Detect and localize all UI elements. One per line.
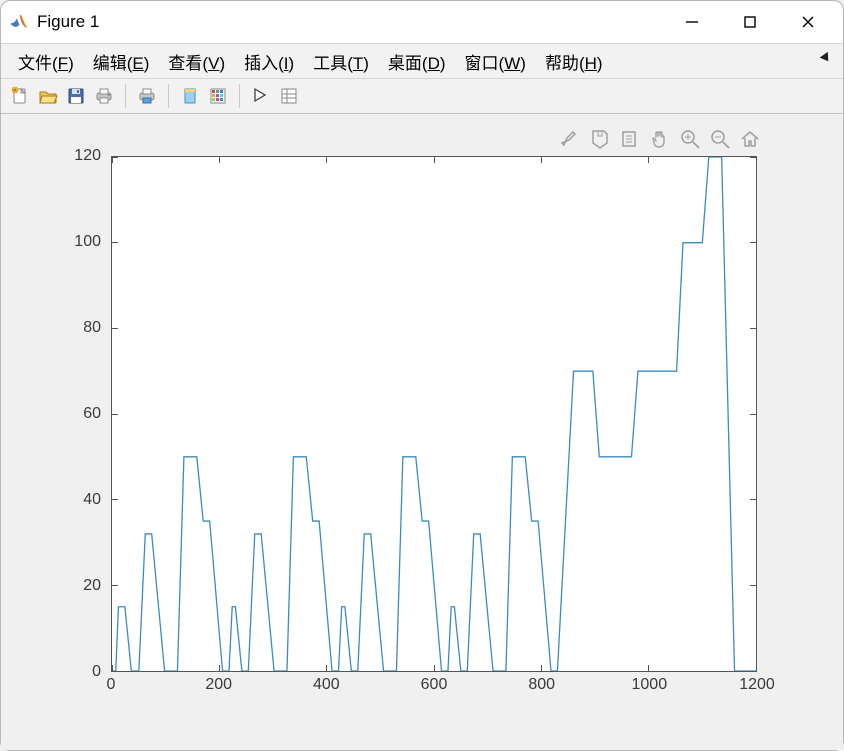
menu-overflow-icon[interactable] [819,50,833,64]
xtick-label: 600 [421,676,448,694]
axes-toolbar [559,128,761,150]
menu-tools[interactable]: 工具(T) [304,47,379,76]
property-inspector-button[interactable] [276,83,302,109]
brush-icon[interactable] [559,128,581,150]
ytick-label: 40 [61,491,101,509]
ytick-label: 100 [61,233,101,251]
menubar: 文件(F) 编辑(E) 查看(V) 插入(I) 工具(T) 桌面(D) 窗口(W… [1,43,843,79]
maximize-button[interactable] [721,2,779,42]
toolbar-sep-2 [168,84,169,108]
menu-file[interactable]: 文件(F) [9,47,84,76]
toolbar-sep-3 [239,84,240,108]
new-figure-button[interactable] [7,83,33,109]
menu-edit[interactable]: 编辑(E) [84,47,160,76]
menu-insert[interactable]: 插入(I) [235,47,304,76]
menu-view[interactable]: 查看(V) [159,47,235,76]
titlebar: Figure 1 [1,1,843,43]
xtick-label: 200 [205,676,232,694]
matlab-icon [9,12,29,32]
chart-axes[interactable] [111,156,757,672]
ytick-label: 60 [61,405,101,423]
window-title: Figure 1 [37,12,99,32]
print-preview-button[interactable] [134,83,160,109]
ytick-label: 120 [61,147,101,165]
xtick-label: 1000 [632,676,668,694]
series-1-line [112,157,756,671]
figure-toolbar [1,79,843,114]
close-button[interactable] [779,2,837,42]
edit-plot-button[interactable] [248,83,274,109]
ytick-label: 0 [61,663,101,681]
chart-canvas [112,157,756,671]
menu-help[interactable]: 帮助(H) [536,47,613,76]
figure-window: Figure 1 文件(F) 编辑(E) 查看(V) 插入(I) 工具(T) 桌… [0,0,844,751]
copy-axes-icon[interactable] [619,128,641,150]
plot-area: 0 20 40 60 80 100 120 0 200 400 600 800 … [1,114,843,750]
zoom-in-icon[interactable] [679,128,701,150]
link-axes-button[interactable] [177,83,203,109]
minimize-button[interactable] [663,2,721,42]
insert-colorbar-button[interactable] [205,83,231,109]
menu-window[interactable]: 窗口(W) [456,47,536,76]
menu-desktop[interactable]: 桌面(D) [379,47,456,76]
open-button[interactable] [35,83,61,109]
xtick-label: 400 [313,676,340,694]
zoom-out-icon[interactable] [709,128,731,150]
save-axes-icon[interactable] [589,128,611,150]
home-icon[interactable] [739,128,761,150]
toolbar-sep-1 [125,84,126,108]
save-button[interactable] [63,83,89,109]
xtick-label: 800 [528,676,555,694]
print-button[interactable] [91,83,117,109]
xtick-label: 0 [107,676,116,694]
pan-icon[interactable] [649,128,671,150]
ytick-label: 80 [61,319,101,337]
ytick-label: 20 [61,577,101,595]
xtick-label: 1200 [739,676,775,694]
